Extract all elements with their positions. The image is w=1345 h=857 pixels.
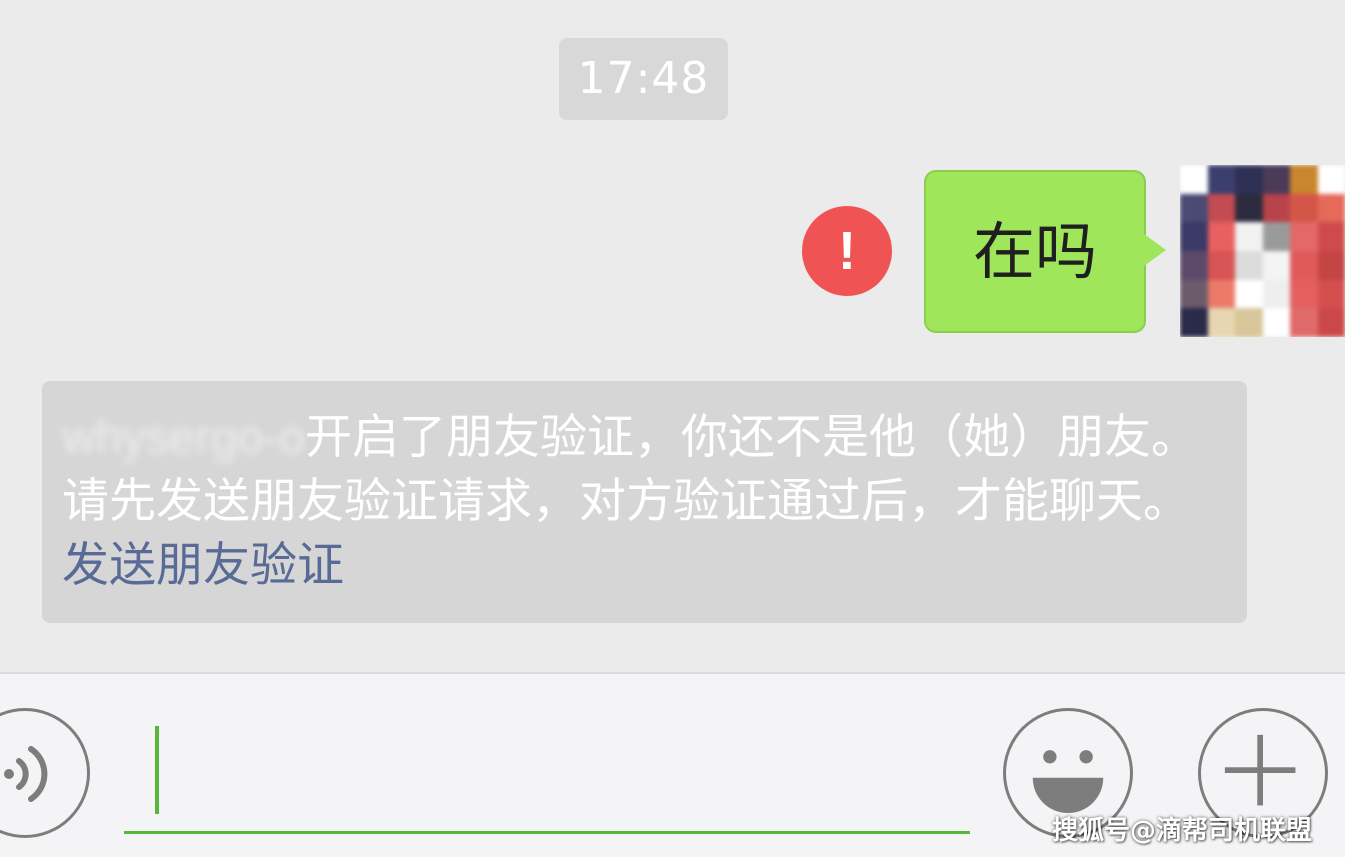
- watermark: 搜狐号@滴帮司机联盟: [1052, 816, 1313, 846]
- friend-verification-notice: whysergo-o开启了朋友验证，你还不是他（她）朋友。请先发送朋友验证请求，…: [42, 381, 1247, 623]
- voice-button[interactable]: [0, 708, 90, 838]
- message-bubble[interactable]: 在吗: [924, 170, 1146, 333]
- timestamp-label: 17:48: [559, 38, 728, 120]
- bubble-tail: [1144, 234, 1166, 266]
- blurred-username: whysergo-o: [62, 410, 305, 463]
- voice-wave-icon: [4, 746, 48, 802]
- error-exclamation-icon[interactable]: !: [802, 206, 892, 296]
- avatar-image: [1180, 165, 1345, 337]
- chat-screen: 17:48 ! 在吗 whysergo-o开启了朋友验证，你还不是他（她）朋友。…: [0, 0, 1345, 857]
- outgoing-message-row: ! 在吗: [0, 165, 1345, 345]
- message-list[interactable]: 17:48 ! 在吗 whysergo-o开启了朋友验证，你还不是他（她）朋友。…: [0, 0, 1345, 672]
- message-input[interactable]: [124, 714, 970, 834]
- avatar[interactable]: [1180, 165, 1345, 337]
- send-verification-link[interactable]: 发送朋友验证: [62, 538, 344, 593]
- text-caret: [155, 726, 159, 814]
